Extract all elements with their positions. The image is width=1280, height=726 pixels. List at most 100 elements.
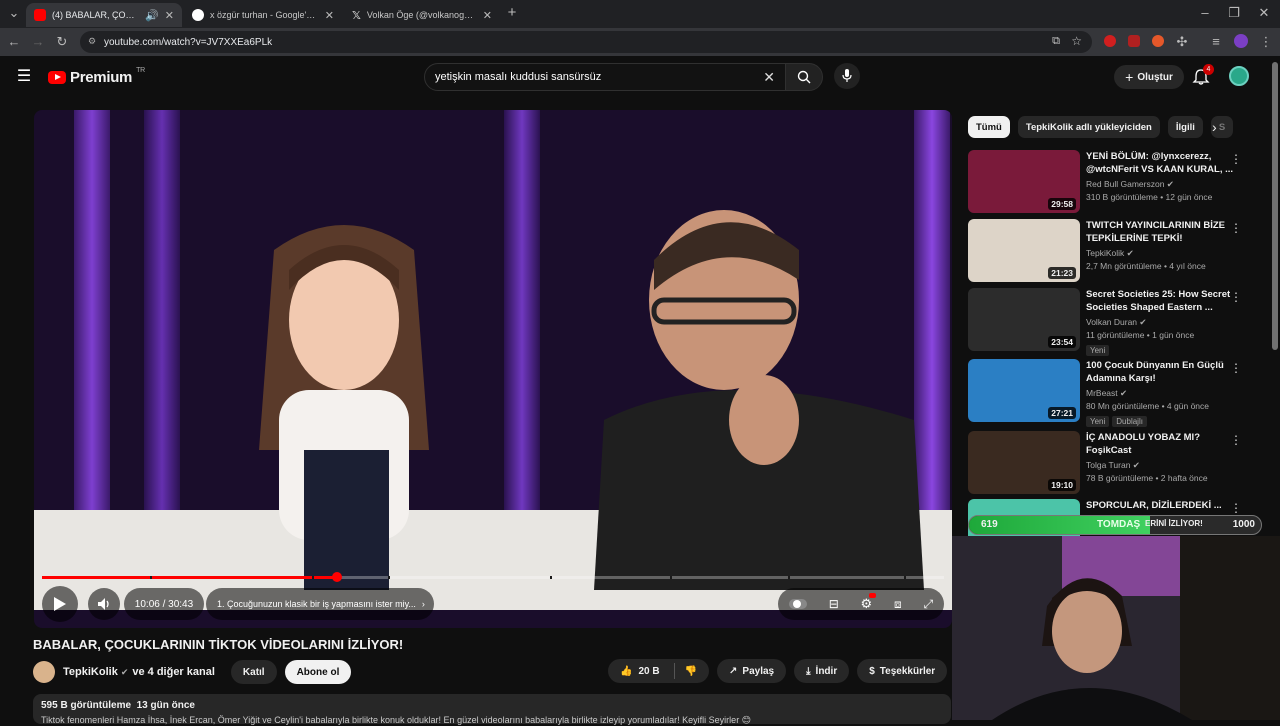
video-meta: 310 B görüntüleme • 12 gün önce [1086,192,1213,202]
forward-icon[interactable]: → [30,34,46,50]
microphone-icon [842,69,852,82]
progress-scrubber-handle[interactable] [331,572,342,582]
related-video-item[interactable]: 29:58 YENİ BÖLÜM: @lynxcerezz, @wtcNFeri… [968,150,1268,214]
extension-translate-icon[interactable] [1128,35,1140,47]
more-vertical-icon[interactable]: ⋮ [1230,433,1242,447]
volume-button[interactable] [88,588,120,620]
more-vertical-icon[interactable]: ⋮ [1230,290,1242,304]
browser-tab-google[interactable]: x özgür turhan - Google'da Ara ✕ [184,3,342,27]
reload-icon[interactable]: ↻ [54,34,70,50]
chapter-button[interactable]: 1. Çocuğunuzun klasik bir iş yapmasını i… [206,588,434,620]
chapter-title: 1. Çocuğunuzun klasik bir iş yapmasını i… [217,599,416,609]
more-vertical-icon[interactable]: ⋮ [1230,152,1242,166]
share-button[interactable]: ↗ Paylaş [717,659,787,683]
description-text: Tiktok fenomenleri Hamza İhsa, İnek Erca… [41,715,752,725]
minimize-icon[interactable]: – [1197,5,1213,21]
profile-avatar-icon[interactable] [1234,34,1248,48]
create-button[interactable]: + Oluştur [1114,65,1184,89]
channel-name[interactable]: TepkiKolik [63,666,118,678]
hamburger-menu-icon[interactable]: ☰ [16,69,32,85]
youtube-logo[interactable]: Premium TR [48,67,145,86]
x-favicon-icon: 𝕏 [352,9,361,22]
video-meta: 80 Mn görüntüleme • 4 gün önce [1086,401,1210,411]
channel-collab-suffix[interactable]: ve 4 diğer kanal [132,666,215,678]
play-icon [54,597,66,611]
close-tab-icon[interactable]: ✕ [165,9,174,22]
bookmark-star-icon[interactable]: ☆ [1071,34,1082,48]
video-thumbnail[interactable]: 23:54 [968,288,1080,351]
video-progress-bar[interactable] [42,572,944,582]
verified-icon: ✔ [1166,179,1174,189]
play-button[interactable] [42,586,78,622]
chip-uploader[interactable]: TepkiKolik adlı yükleyiciden [1017,116,1160,138]
back-icon[interactable]: ← [6,34,22,50]
tab-title: x özgür turhan - Google'da Ara [210,10,319,20]
like-button[interactable]: 👍 20 B 👎 [608,659,710,683]
join-button[interactable]: Katıl [230,660,277,684]
miniplayer-icon[interactable]: ⧈ [894,597,902,612]
video-title[interactable]: 100 Çocuk Dünyanın En Güçlü Adamına Karş… [1086,359,1246,385]
chip-all[interactable]: Tümü [968,116,1010,138]
video-title[interactable]: SPORCULAR, DİZİLERDEKİ ... [1086,499,1246,512]
filter-chips: Tümü TepkiKolik adlı yükleyiciden İlgili… [968,116,1234,138]
video-title[interactable]: Secret Societies 25: How Secret Societie… [1086,288,1246,314]
more-vertical-icon[interactable]: ⋮ [1230,501,1242,515]
video-title[interactable]: İÇ ANADOLU YOBAZ MI? FoşikCast [1086,431,1246,457]
new-tab-icon[interactable]: + [504,5,520,21]
video-thumbnail[interactable]: 29:58 [968,150,1080,213]
clear-search-icon[interactable]: ✕ [763,69,775,86]
channel-avatar[interactable] [33,661,55,683]
subscribe-button[interactable]: Abone ol [284,660,352,684]
page-scrollbar[interactable] [1272,62,1278,350]
url-text: youtube.com/watch?v=JV7XXEa6PLk [104,36,273,48]
fullscreen-icon[interactable]: ⤢ [923,597,933,612]
voice-search-button[interactable] [834,63,860,89]
tab-search-icon[interactable]: ⌄ [6,5,22,21]
close-window-icon[interactable]: ✕ [1256,5,1272,21]
search-button[interactable] [785,63,823,91]
video-player[interactable]: 10:06 / 30:43 1. Çocuğunuzun klasik bir … [34,110,952,628]
create-label: Oluştur [1137,71,1173,83]
related-video-item[interactable]: 27:21 100 Çocuk Dünyanın En Güçlü Adamın… [968,359,1268,427]
chip-related[interactable]: İlgili [1167,116,1203,138]
related-video-item[interactable]: 21:23 TWITCH YAYINCILARININ BİZE TEPKİLE… [968,219,1268,283]
score-label: TOMDAŞ [1097,519,1141,530]
chevron-right-icon: › [421,599,425,609]
account-avatar[interactable] [1229,66,1249,86]
url-field[interactable]: ⚙ youtube.com/watch?v=JV7XXEa6PLk ⧉ ☆ [80,31,1092,53]
subtitles-icon[interactable]: ⊟ [829,597,839,611]
browser-tab-x[interactable]: 𝕏 Volkan Öge (@volkanoge) / X ✕ [344,3,500,27]
search-input[interactable]: yetişkin masalı kuddusi sansürsüz ✕ [424,63,786,91]
autoplay-toggle[interactable] [788,599,807,609]
media-controls-icon[interactable]: ≡ [1208,34,1224,50]
view-count: 595 B görüntüleme [41,700,132,711]
close-tab-icon[interactable]: ✕ [483,9,492,22]
video-title[interactable]: TWITCH YAYINCILARININ BİZE TEPKİLERİNE T… [1086,219,1246,245]
restore-icon[interactable]: ❐ [1226,5,1242,21]
video-meta: 2,7 Mn görüntüleme • 4 yıl önce [1086,261,1206,271]
browser-tab-youtube[interactable]: (4) BABALAR, ÇOCUKLARIN 🔊 ✕ [26,3,182,27]
settings-gear-icon[interactable]: ⚙ [861,593,876,612]
video-thumbnail[interactable]: 21:23 [968,219,1080,282]
related-video-item[interactable]: 19:10 İÇ ANADOLU YOBAZ MI? FoşikCast Tol… [968,431,1268,495]
chips-next-chevron-icon[interactable]: › [1212,119,1217,135]
install-icon[interactable]: ⧉ [1052,35,1060,48]
browser-menu-icon[interactable]: ⋮ [1258,34,1274,50]
volume-icon [98,598,109,610]
extensions-puzzle-icon[interactable]: ✣ [1174,34,1190,50]
upload-date: 13 gün önce [136,700,195,711]
google-favicon-icon [192,9,204,21]
site-info-icon[interactable]: ⚙ [88,36,96,47]
close-tab-icon[interactable]: ✕ [325,9,334,22]
download-button[interactable]: ⤓ İndir [794,659,850,683]
related-video-item[interactable]: 23:54 Secret Societies 25: How Secret So… [968,288,1268,356]
extension-red-icon[interactable] [1104,35,1116,47]
extension-fox-icon[interactable] [1152,35,1164,47]
more-vertical-icon[interactable]: ⋮ [1230,221,1242,235]
video-thumbnail[interactable]: 19:10 [968,431,1080,494]
video-thumbnail[interactable]: 27:21 [968,359,1080,422]
video-title[interactable]: YENİ BÖLÜM: @lynxcerezz, @wtcNFerit VS K… [1086,150,1246,176]
thanks-button[interactable]: $ Teşekkürler [857,659,948,683]
thumbs-down-icon[interactable]: 👎 [685,666,697,677]
more-vertical-icon[interactable]: ⋮ [1230,361,1242,375]
